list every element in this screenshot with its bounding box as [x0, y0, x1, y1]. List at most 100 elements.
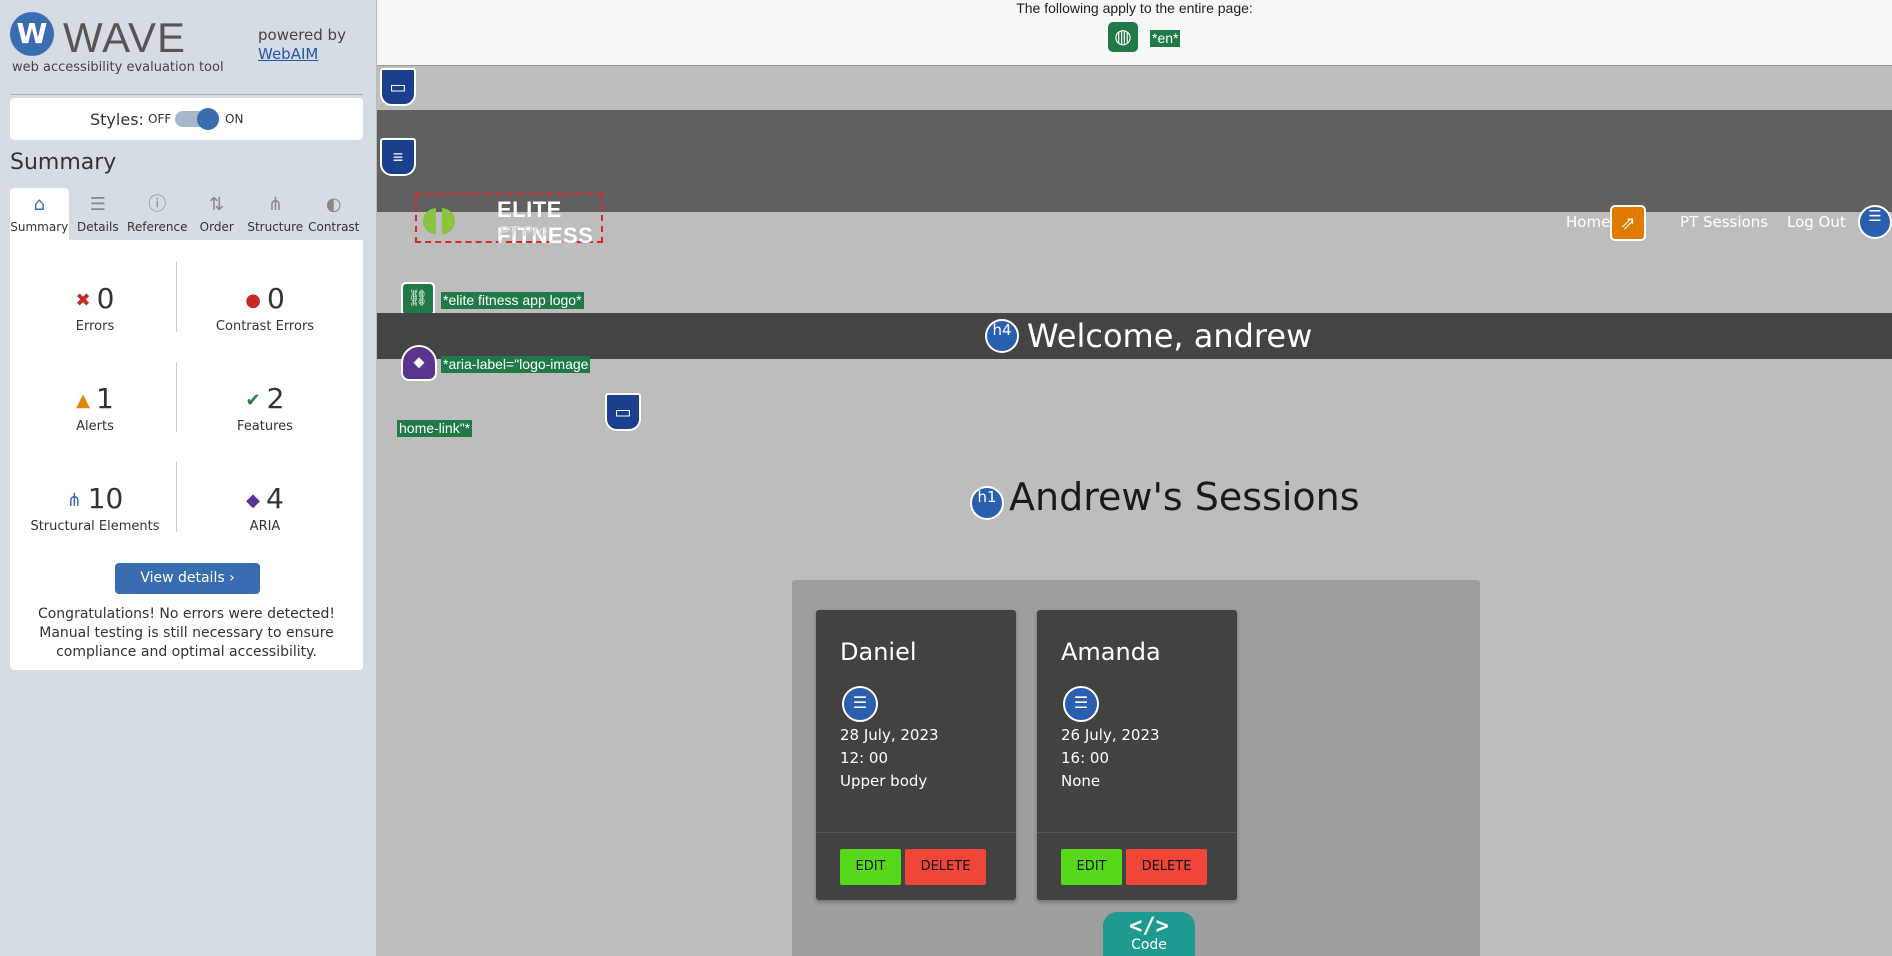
congrats-message: Congratulations! No errors were detected… [37, 606, 336, 660]
stat-aria[interactable]: ◆ 4 ARIA [185, 482, 345, 534]
alert-icon: ▲ [76, 389, 90, 411]
delete-session-button[interactable]: DELETE [905, 849, 986, 885]
unordered-list-icon[interactable]: ☰ [1858, 205, 1892, 239]
logo-subtitle: PT Pro [499, 223, 548, 240]
welcome-heading: Welcome, andrew [1027, 317, 1313, 355]
styles-on-label: ON [225, 112, 244, 126]
structure-icon: ⋔ [66, 489, 82, 511]
tab-summary[interactable]: ⌂ Summary [10, 188, 69, 240]
contrast-errors-label: Contrast Errors [215, 319, 315, 334]
tab-details[interactable]: ☰ Details [69, 188, 128, 240]
session-card: Daniel ☰ 28 July, 2023 12: 00 Upper body… [816, 610, 1016, 900]
welcome-bar: h4 Welcome, andrew [377, 313, 1892, 359]
unordered-list-icon[interactable]: ☰ [1063, 686, 1099, 722]
styles-label: Styles: [90, 110, 144, 129]
page-level-notes: The following apply to the entire page: … [377, 0, 1892, 66]
stat-features[interactable]: ✔ 2 Features [185, 382, 345, 434]
features-count: 2 [266, 382, 285, 415]
delete-session-button[interactable]: DELETE [1126, 849, 1207, 885]
stat-divider [176, 262, 177, 332]
errors-label: Errors [75, 319, 115, 334]
code-label: Code [1131, 937, 1167, 953]
alt-text-tag: *elite fitness app logo* [441, 292, 584, 309]
view-details-button[interactable]: View details › [115, 563, 260, 594]
wave-brand: W WAVE web accessibility evaluation tool… [10, 12, 365, 82]
tab-label: Details [76, 220, 119, 234]
alerts-label: Alerts [76, 419, 114, 434]
powered-by: powered by WebAIM [258, 26, 346, 64]
stat-structural[interactable]: ⋔ 10 Structural Elements [15, 482, 175, 534]
features-label: Features [237, 419, 293, 434]
session-date: 28 July, 2023 [840, 726, 939, 744]
nav-home-link[interactable]: Home [1566, 213, 1610, 231]
aria-label: ARIA [249, 519, 281, 534]
nav-lower-strip [377, 212, 1892, 250]
errors-count: 0 [96, 282, 115, 315]
page-level-note-text: The following apply to the entire page: [1016, 0, 1253, 16]
tab-contrast[interactable]: ◐ Contrast [305, 188, 364, 240]
info-icon: ⓘ [148, 194, 167, 215]
stat-divider [176, 362, 177, 432]
error-icon: ✖ [75, 289, 91, 311]
panel-tabs: ⌂ Summary ☰ Details ⓘ Reference ⇅ Order ⋔ Str… [10, 188, 363, 240]
order-icon: ⇅ [209, 194, 225, 215]
h1-heading-icon[interactable]: h1 [970, 486, 1004, 520]
webaim-link[interactable]: WebAIM [258, 45, 346, 64]
h4-heading-icon[interactable]: h4 [985, 319, 1019, 353]
session-client-name: Amanda [1061, 638, 1161, 666]
tab-structure[interactable]: ⋔ Structure [246, 188, 305, 240]
session-date: 26 July, 2023 [1061, 726, 1160, 744]
aria-label-tag: *aria-label="logo-image [441, 356, 591, 373]
edit-session-button[interactable]: EDIT [840, 849, 901, 885]
unordered-list-icon[interactable]: ☰ [842, 686, 878, 722]
language-globe-icon[interactable]: ◍ [1108, 22, 1138, 52]
tab-reference[interactable]: ⓘ Reference [127, 188, 187, 240]
session-time: 16: 00 [1061, 749, 1109, 767]
home-icon: ⌂ [33, 194, 45, 215]
session-focus: Upper body [840, 772, 928, 790]
linked-image-icon[interactable]: ⛓ [401, 282, 435, 316]
nav-pt-sessions-link[interactable]: PT Sessions [1680, 213, 1768, 231]
site-logo[interactable]: ◖◗ ELITE FITNESS PT Pro [415, 193, 603, 248]
redundant-link-alert-icon[interactable]: ⇗ [1610, 205, 1646, 241]
card-divider [1037, 832, 1237, 833]
tab-label: Summary [10, 220, 69, 234]
stat-alerts[interactable]: ▲ 1 Alerts [15, 382, 175, 434]
summary-panel: ✖ 0 Errors ● 0 Contrast Errors ▲ 1 Alerts ✔… [10, 240, 363, 670]
code-icon: </> [1129, 914, 1169, 939]
aria-label-icon[interactable]: ⬥ [401, 345, 437, 381]
main-region-icon[interactable]: ▭ [605, 393, 641, 431]
session-card: Amanda ☰ 26 July, 2023 16: 00 None EDIT … [1037, 610, 1237, 900]
styles-toggle[interactable] [175, 108, 219, 130]
tab-label: Structure [247, 220, 304, 234]
session-time: 12: 00 [840, 749, 888, 767]
wave-title: WAVE [63, 14, 187, 61]
aria-icon: ◆ [246, 489, 260, 511]
styles-off-label: OFF [148, 112, 172, 126]
tab-label: Order [199, 220, 234, 234]
toggle-knob [197, 108, 219, 130]
stat-errors[interactable]: ✖ 0 Errors [15, 282, 175, 334]
header-region-icon[interactable]: ▭ [380, 68, 416, 106]
edit-session-button[interactable]: EDIT [1061, 849, 1122, 885]
tab-label: Contrast [308, 220, 360, 234]
stat-contrast-errors[interactable]: ● 0 Contrast Errors [185, 282, 345, 334]
site-navbar [377, 110, 1892, 212]
contrast-error-icon: ● [245, 289, 261, 311]
stat-divider [176, 462, 177, 532]
card-divider [816, 832, 1016, 833]
nav-logout-link[interactable]: Log Out [1787, 213, 1846, 231]
hierarchy-icon: ⋔ [267, 194, 283, 215]
code-panel-toggle[interactable]: </> Code [1103, 912, 1195, 956]
tab-order[interactable]: ⇅ Order [187, 188, 246, 240]
list-icon: ☰ [89, 194, 106, 215]
home-link-tag: home-link"* [397, 420, 473, 437]
language-tag: *en* [1150, 30, 1181, 47]
feature-icon: ✔ [245, 389, 261, 411]
alerts-count: 1 [96, 382, 114, 415]
summary-heading: Summary [10, 150, 117, 175]
navigation-region-icon[interactable]: ≡ [380, 138, 416, 176]
sessions-heading: Andrew's Sessions [1009, 475, 1360, 519]
wave-logo-icon: W [10, 12, 54, 56]
sidebar-divider [10, 94, 363, 95]
